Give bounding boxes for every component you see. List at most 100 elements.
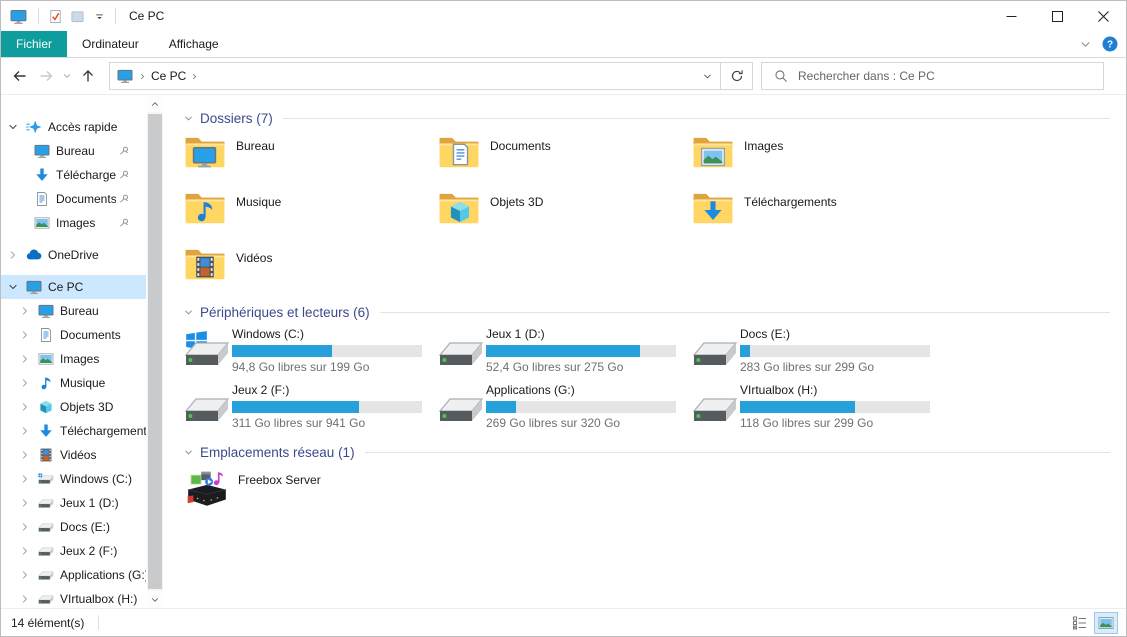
network-item-label: Freebox Server	[238, 473, 321, 517]
refresh-button[interactable]	[721, 62, 753, 90]
chevron-right-icon[interactable]	[19, 377, 31, 389]
sidebar-item-jeux1-d[interactable]: Jeux 1 (D:)	[1, 491, 146, 515]
chevron-right-icon[interactable]	[19, 545, 31, 557]
hard-drive-icon	[692, 327, 740, 375]
breadcrumb-ce-pc[interactable]: Ce PC	[147, 69, 190, 83]
details-view-button[interactable]	[1068, 612, 1092, 634]
forward-button[interactable]	[33, 63, 59, 89]
folder-tile-documents[interactable]: Documents	[438, 131, 684, 183]
qat-customize-dropdown[interactable]	[88, 4, 110, 28]
sidebar-item-label: OneDrive	[48, 248, 146, 262]
sidebar-item-documents-quick[interactable]: Documents	[1, 187, 146, 211]
folder-tile-bureau[interactable]: Bureau	[184, 131, 430, 183]
sidebar-item-documents[interactable]: Documents	[1, 323, 146, 347]
section-header-dossiers[interactable]: Dossiers (7)	[183, 109, 1110, 127]
chevron-right-icon[interactable]	[19, 473, 31, 485]
sidebar-item-musique[interactable]: Musique	[1, 371, 146, 395]
folder-label: Bureau	[236, 139, 275, 183]
chevron-right-icon[interactable]	[19, 449, 31, 461]
drive-tile-jeux2-f[interactable]: Jeux 2 (F:) 311 Go libres sur 941 Go	[184, 383, 430, 435]
address-dropdown-button[interactable]	[694, 63, 720, 89]
sidebar-item-videos[interactable]: Vidéos	[1, 443, 146, 467]
drive-tile-windows-c[interactable]: Windows (C:) 94,8 Go libres sur 199 Go	[184, 327, 430, 379]
navigation-toolbar: Ce PC	[1, 58, 1126, 95]
scrollbar-down-arrow[interactable]	[147, 591, 163, 608]
chevron-right-icon[interactable]	[19, 521, 31, 533]
maximize-button[interactable]	[1034, 1, 1080, 31]
chevron-right-icon[interactable]	[19, 305, 31, 317]
sidebar-item-telechargements-quick[interactable]: Téléchargements	[1, 163, 146, 187]
large-icons-view-button[interactable]	[1094, 612, 1118, 634]
sidebar-item-telechargements[interactable]: Téléchargements	[1, 419, 146, 443]
chevron-right-icon[interactable]	[19, 569, 31, 581]
scrollbar-thumb[interactable]	[148, 114, 162, 589]
sidebar-item-images-quick[interactable]: Images	[1, 211, 146, 235]
sidebar-item-ce-pc[interactable]: Ce PC	[1, 275, 146, 299]
section-header-peripheriques[interactable]: Périphériques et lecteurs (6)	[183, 303, 1110, 321]
chevron-right-icon[interactable]	[19, 353, 31, 365]
folder-label: Documents	[490, 139, 551, 183]
chevron-right-icon[interactable]	[19, 401, 31, 413]
breadcrumb-chevron-icon[interactable]	[138, 72, 147, 81]
chevron-right-icon[interactable]	[7, 249, 19, 261]
qat-properties-button[interactable]	[44, 4, 66, 28]
folder-tile-musique[interactable]: Musique	[184, 187, 430, 239]
drive-usage-bar	[740, 401, 930, 413]
collapse-section-chevron-icon[interactable]	[183, 447, 194, 458]
this-pc-window-icon	[10, 8, 27, 25]
close-button[interactable]	[1080, 1, 1126, 31]
drive-tile-applications-g[interactable]: Applications (G:) 269 Go libres sur 320 …	[438, 383, 684, 435]
sidebar-item-bureau[interactable]: Bureau	[1, 299, 146, 323]
folder-tile-telechargements[interactable]: Téléchargements	[692, 187, 938, 239]
drive-tile-jeux1-d[interactable]: Jeux 1 (D:) 52,4 Go libres sur 275 Go	[438, 327, 684, 379]
close-icon	[1098, 11, 1109, 22]
sidebar-item-onedrive[interactable]: OneDrive	[1, 243, 146, 267]
sidebar-item-jeux2-f[interactable]: Jeux 2 (F:)	[1, 539, 146, 563]
chevron-down-icon[interactable]	[7, 121, 19, 133]
folder-3d-objects-icon	[438, 187, 482, 237]
sidebar-item-acces-rapide[interactable]: Accès rapide	[1, 115, 146, 139]
sidebar-item-virtualbox-h[interactable]: VIrtualbox (H:)	[1, 587, 146, 608]
content-pane: Dossiers (7) Bureau Documents	[163, 95, 1126, 608]
expand-ribbon-chevron-icon[interactable]	[1079, 38, 1092, 51]
drive-tile-docs-e[interactable]: Docs (E:) 283 Go libres sur 299 Go	[692, 327, 938, 379]
collapse-section-chevron-icon[interactable]	[183, 113, 194, 124]
chevron-right-icon[interactable]	[19, 497, 31, 509]
sidebar-item-applications-g[interactable]: Applications (G:)	[1, 563, 146, 587]
back-button[interactable]	[7, 63, 33, 89]
recent-locations-dropdown[interactable]	[59, 63, 75, 89]
qat-new-folder-button[interactable]	[66, 4, 88, 28]
sidebar-item-images[interactable]: Images	[1, 347, 146, 371]
navigation-pane: Accès rapide Bureau Téléchargements Docu…	[1, 95, 163, 608]
network-tile-freebox-server[interactable]: Freebox Server	[184, 465, 430, 517]
folder-tile-images[interactable]: Images	[692, 131, 938, 183]
address-bar[interactable]: Ce PC	[109, 62, 721, 90]
drive-name: Jeux 1 (D:)	[486, 327, 676, 343]
drive-tile-virtualbox-h[interactable]: VIrtualbox (H:) 118 Go libres sur 299 Go	[692, 383, 938, 435]
breadcrumb-chevron-icon[interactable]	[190, 72, 199, 81]
minimize-button[interactable]	[988, 1, 1034, 31]
folder-tile-videos[interactable]: Vidéos	[184, 243, 430, 295]
sidebar-item-label: Documents	[60, 328, 146, 342]
up-button[interactable]	[75, 63, 101, 89]
chevron-down-icon[interactable]	[7, 281, 19, 293]
sidebar-item-docs-e[interactable]: Docs (E:)	[1, 515, 146, 539]
chevron-right-icon[interactable]	[19, 329, 31, 341]
sidebar-item-windows-c[interactable]: Windows (C:)	[1, 467, 146, 491]
help-icon[interactable]: ?	[1102, 36, 1118, 52]
chevron-right-icon[interactable]	[19, 593, 31, 605]
drive-free-space: 94,8 Go libres sur 199 Go	[232, 360, 422, 374]
section-header-reseau[interactable]: Emplacements réseau (1)	[183, 443, 1110, 461]
scrollbar-up-arrow[interactable]	[147, 95, 163, 112]
sidebar-item-objets-3d[interactable]: Objets 3D	[1, 395, 146, 419]
tab-fichier[interactable]: Fichier	[1, 31, 67, 57]
search-input[interactable]	[796, 68, 1103, 84]
chevron-right-icon[interactable]	[19, 425, 31, 437]
sidebar-scrollbar[interactable]	[147, 95, 163, 608]
tab-ordinateur[interactable]: Ordinateur	[67, 31, 154, 57]
sidebar-item-bureau-quick[interactable]: Bureau	[1, 139, 146, 163]
folder-tile-objets-3d[interactable]: Objets 3D	[438, 187, 684, 239]
tab-affichage[interactable]: Affichage	[154, 31, 234, 57]
document-icon	[34, 191, 50, 207]
collapse-section-chevron-icon[interactable]	[183, 307, 194, 318]
